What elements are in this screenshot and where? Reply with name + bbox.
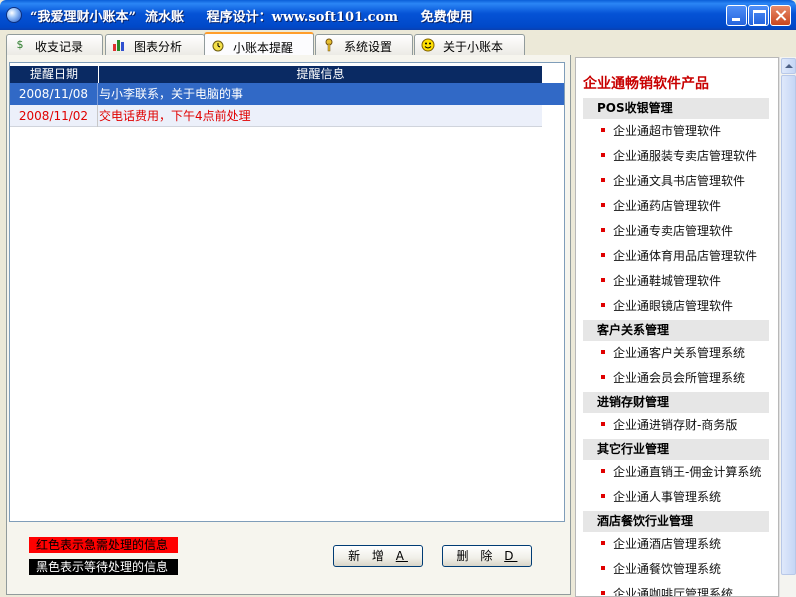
add-button[interactable]: 新 增 A: [333, 545, 423, 567]
alarm-clock-icon: [211, 38, 225, 52]
product-link[interactable]: 企业通进销存财-商务版: [601, 417, 737, 433]
product-sidebar: 企业通畅销软件产品 POS收银管理 企业通超市管理软件 企业通服装专卖店管理软件…: [575, 57, 779, 597]
minimize-button[interactable]: [726, 5, 747, 26]
product-link[interactable]: 企业通超市管理软件: [601, 123, 721, 139]
product-link[interactable]: 企业通体育用品店管理软件: [601, 248, 757, 264]
category-crm: 客户关系管理: [583, 320, 769, 341]
product-link[interactable]: 企业通客户关系管理系统: [601, 345, 745, 361]
category-other: 其它行业管理: [583, 439, 769, 460]
row-info: 与小李联系，关于电脑的事: [99, 87, 244, 101]
table-row[interactable]: 2008/11/08 与小李联系，关于电脑的事: [10, 83, 564, 105]
tab-settings[interactable]: 系统设置: [315, 34, 413, 55]
close-button[interactable]: [770, 5, 791, 26]
app-icon[interactable]: [6, 7, 22, 23]
smiley-icon: [421, 38, 435, 52]
scroll-thumb[interactable]: [781, 75, 796, 575]
tab-label: 关于小账本: [443, 40, 504, 54]
column-header-date[interactable]: 提醒日期: [10, 66, 99, 83]
product-link[interactable]: 企业通酒店管理系统: [601, 536, 721, 552]
row-date: 2008/11/08: [10, 83, 98, 105]
reminder-grid[interactable]: 提醒日期 提醒信息 2008/11/08 与小李联系，关于电脑的事 2008/1…: [9, 62, 565, 522]
product-link[interactable]: 企业通咖啡厅管理系统: [601, 586, 733, 596]
row-info: 交电话费用，下午4点前处理: [99, 109, 251, 123]
product-link[interactable]: 企业通会员会所管理系统: [601, 370, 745, 386]
title-bar[interactable]: “我爱理财小账本” 流水账 程序设计：www.soft101.com 免费使用: [0, 0, 796, 30]
product-link[interactable]: 企业通专卖店管理软件: [601, 223, 733, 239]
add-button-label: 新 增: [348, 549, 388, 563]
tab-about[interactable]: 关于小账本: [414, 34, 525, 55]
category-hotel: 酒店餐饮行业管理: [583, 511, 769, 532]
scroll-up-arrow-icon[interactable]: [781, 58, 796, 74]
add-button-key: A: [395, 549, 408, 563]
tab-income-expense[interactable]: $ 收支记录: [6, 34, 103, 55]
tab-label: 小账本提醒: [233, 41, 294, 55]
tab-label: 系统设置: [344, 40, 393, 54]
legend-urgent: 红色表示急需处理的信息: [29, 537, 178, 553]
category-pos: POS收银管理: [583, 98, 769, 119]
product-link[interactable]: 企业通餐饮管理系统: [601, 561, 721, 577]
sidebar-title: 企业通畅销软件产品: [583, 76, 709, 92]
grid-header: 提醒日期 提醒信息: [10, 66, 542, 83]
tab-chart-analysis[interactable]: 图表分析: [105, 34, 205, 55]
product-link[interactable]: 企业通直销王-佣金计算系统: [601, 464, 761, 480]
sidebar-scrollbar[interactable]: [779, 57, 796, 597]
legend-pending: 黑色表示等待处理的信息: [29, 559, 178, 575]
delete-button[interactable]: 删 除 D: [442, 545, 532, 567]
maximize-button[interactable]: [748, 5, 769, 26]
money-bag-icon: $: [16, 38, 24, 51]
product-link[interactable]: 企业通文具书店管理软件: [601, 173, 745, 189]
bar-chart-icon: [112, 38, 126, 52]
table-row[interactable]: 2008/11/02 交电话费用，下午4点前处理: [10, 105, 542, 127]
product-link[interactable]: 企业通药店管理软件: [601, 198, 721, 214]
delete-button-key: D: [504, 549, 518, 563]
delete-button-label: 删 除: [456, 549, 497, 563]
tab-reminder[interactable]: 小账本提醒: [204, 32, 314, 56]
column-header-info[interactable]: 提醒信息: [99, 66, 542, 83]
tab-label: 图表分析: [134, 40, 183, 54]
tab-label: 收支记录: [35, 40, 84, 54]
product-link[interactable]: 企业通服装专卖店管理软件: [601, 148, 757, 164]
window-title: “我爱理财小账本” 流水账 程序设计：www.soft101.com 免费使用: [30, 10, 473, 25]
product-link[interactable]: 企业通鞋城管理软件: [601, 273, 721, 289]
product-link[interactable]: 企业通眼镜店管理软件: [601, 298, 733, 314]
row-date: 2008/11/02: [10, 105, 98, 127]
category-inventory: 进销存财管理: [583, 392, 769, 413]
product-link[interactable]: 企业通人事管理系统: [601, 489, 721, 505]
key-icon: [322, 38, 336, 52]
